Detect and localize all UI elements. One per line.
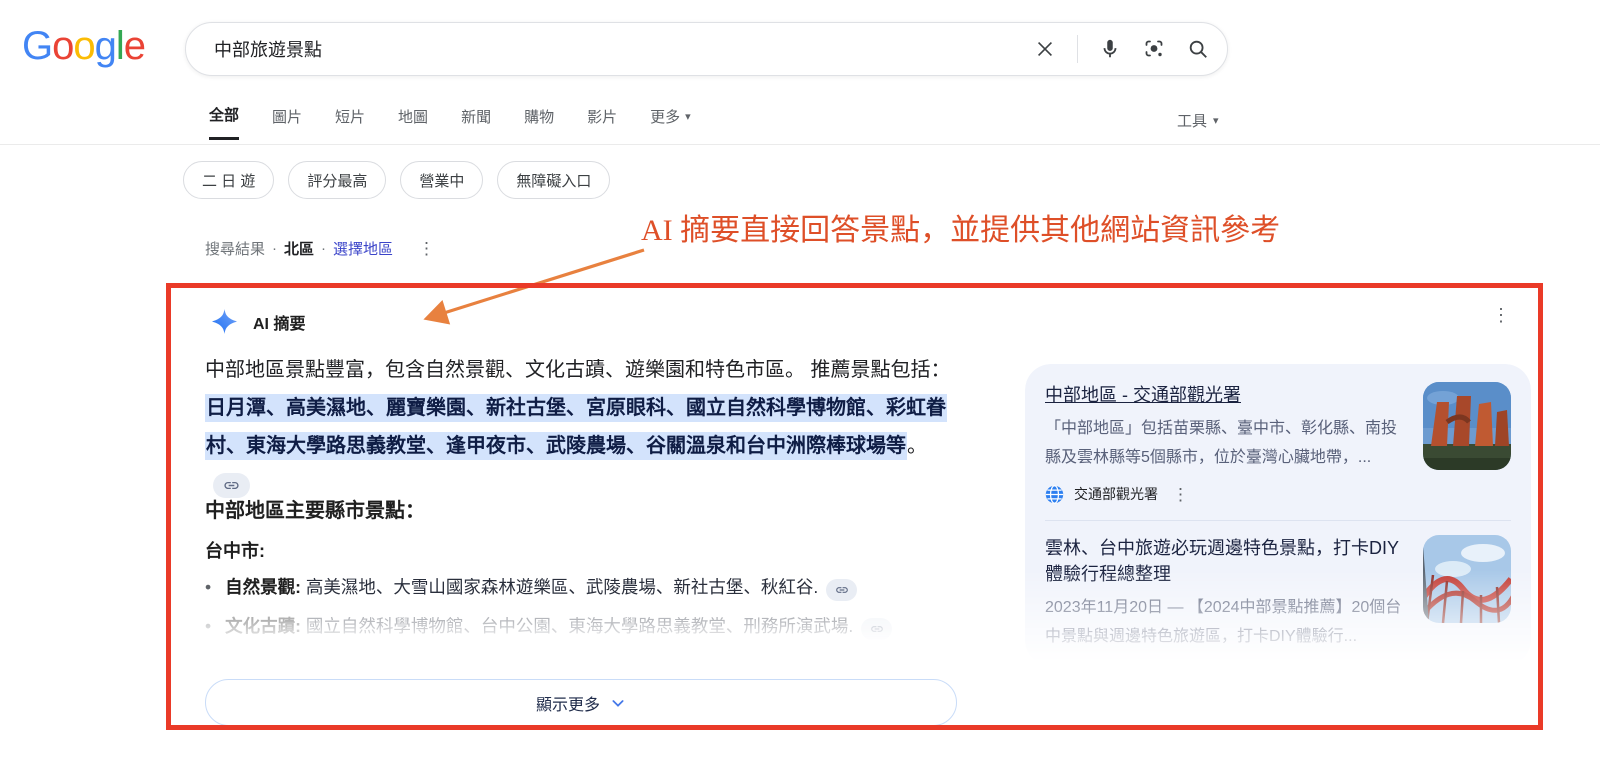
clear-icon[interactable] [1034,38,1056,60]
results-meta-row: 搜尋結果 · 北區 · 選擇地區 ⋮ [205,238,439,259]
results-label: 搜尋結果 [205,238,265,259]
card-snippet: 2023年11月20日 — 【2024中部景點推薦】20個台中景點與週邊特色旅遊… [1045,593,1407,651]
kebab-menu-icon[interactable]: ⋮ [1168,486,1193,503]
card-source-row: 交通部觀光署 ⋮ [1045,484,1407,504]
annotation-text: AI 摘要直接回答景點，並提供其他網站資訊參考 [641,205,1280,249]
card-source-row: LINE旅遊 ⋮ [1045,663,1407,683]
chip-two-day-trip[interactable]: 二 日 遊 [183,161,274,199]
section-heading: 中部地區主要縣市景點： [205,494,425,523]
logo-letter: e [124,24,145,68]
highlighted-attractions[interactable]: 日月潭、高美濕地、麗寶樂園、新社古堡、宮原眼科、國立自然科學博物館、彩虹眷村、東… [205,394,947,460]
city-subheading: 台中市: [205,537,265,563]
panel-divider [1045,520,1511,521]
tools-button[interactable]: 工具 ▾ [1177,110,1219,131]
logo-letter: o [73,24,94,68]
source-name: LINE旅遊 [1074,663,1133,683]
bullet-marker: • [205,571,211,604]
chevron-down-icon: ▾ [1213,114,1219,127]
mic-icon[interactable] [1099,38,1121,60]
citation-link-icon[interactable] [826,579,857,601]
chip-top-rated[interactable]: 評分最高 [288,161,386,199]
bullet-marker: • [205,610,211,643]
searchbar-divider [1077,35,1078,63]
choose-region-link[interactable]: 選擇地區 [333,238,393,259]
logo-letter: G [22,24,52,68]
result-tabs: 全部 圖片 短片 地圖 新聞 購物 影片 更多▾ [209,104,691,140]
tab-images[interactable]: 圖片 [272,104,302,140]
tab-news[interactable]: 新聞 [461,104,491,140]
citation-link-icon[interactable] [861,618,892,640]
google-serp-page: Google 中部旅遊景點 全部 [0,0,1600,782]
ai-overview-header: AI 摘要 [212,309,305,334]
list-item: • 自然景觀: 高美濕地、大雪山國家森林遊樂區、武陵農場、新社古堡、秋紅谷. [205,571,967,604]
kebab-menu-icon[interactable]: ⋮ [414,240,439,257]
header-divider [0,144,1600,145]
source-card[interactable]: 雲林、台中旅遊必玩週邊特色景點，打卡DIY體驗行程總整理 2023年11月20日… [1045,535,1511,683]
ai-overview-label: AI 摘要 [253,310,305,334]
paragraph-text: 。 [907,435,927,457]
search-bar[interactable]: 中部旅遊景點 [185,22,1228,76]
bullet-label: 自然景觀: [225,577,301,597]
card-snippet: 「中部地區」包括苗栗縣、臺中市、彰化縣、南投縣及雲林縣等5個縣市，位於臺灣心臟地… [1045,414,1407,472]
logo-letter: l [116,24,124,68]
tab-shorts[interactable]: 短片 [335,104,365,140]
google-logo[interactable]: Google [22,24,145,69]
ai-sparkle-icon [212,309,237,334]
line-app-icon [1045,664,1064,683]
filter-chips: 二 日 遊 評分最高 營業中 無障礙入口 [183,161,610,199]
chip-open-now[interactable]: 營業中 [400,161,483,199]
chevron-down-icon [610,695,626,711]
card-title-link[interactable]: 雲林、台中旅遊必玩週邊特色景點，打卡DIY體驗行程總整理 [1045,535,1407,587]
ai-overview-paragraph: 中部地區景點豐富，包含自然景觀、文化古蹟、遊樂園和特色市區。 推薦景點包括： 日月… [205,351,963,503]
bullet-text: 國立自然科學博物館、台中公園、東海大學路思義教堂、刑務所演武場. [306,616,853,636]
meta-dot: · [272,240,277,257]
search-icon[interactable] [1187,38,1209,60]
search-input[interactable]: 中部旅遊景點 [214,36,1034,62]
bullet-text: 高美濕地、大雪山國家森林遊樂區、武陵農場、新社古堡、秋紅谷. [306,577,818,597]
source-card[interactable]: 中部地區 - 交通部觀光署 「中部地區」包括苗栗縣、臺中市、彰化縣、南投縣及雲林… [1045,382,1511,504]
chevron-down-icon: ▾ [685,110,691,123]
card-thumbnail-bridge-ruins [1423,382,1511,470]
lens-icon[interactable] [1142,37,1166,61]
card-title-link[interactable]: 中部地區 - 交通部觀光署 [1045,382,1407,408]
meta-dot: · [321,240,326,257]
card-thumbnail-roller-coaster [1423,535,1511,623]
show-more-button[interactable]: 顯示更多 [205,679,957,726]
bullet-label: 文化古蹟: [225,616,301,636]
kebab-menu-icon[interactable]: ⋮ [1143,665,1168,682]
list-item: • 文化古蹟: 國立自然科學博物館、台中公園、東海大學路思義教堂、刑務所演武場. [205,610,967,643]
source-cards-panel: 中部地區 - 交通部觀光署 「中部地區」包括苗栗縣、臺中市、彰化縣、南投縣及雲林… [1025,364,1531,666]
globe-icon [1045,485,1064,504]
paragraph-text: 中部地區景點豐富，包含自然景觀、文化古蹟、遊樂園和特色市區。 推薦景點包括： [205,359,951,381]
bullet-list: • 自然景觀: 高美濕地、大雪山國家森林遊樂區、武陵農場、新社古堡、秋紅谷. •… [205,571,967,649]
tab-more[interactable]: 更多▾ [650,104,691,140]
ai-overview-kebab-icon[interactable]: ⋮ [1488,306,1514,324]
tab-shopping[interactable]: 購物 [524,104,554,140]
tab-videos[interactable]: 影片 [587,104,617,140]
logo-letter: g [95,24,116,68]
region-label: 北區 [284,238,314,259]
chip-accessible[interactable]: 無障礙入口 [497,161,610,199]
tab-all[interactable]: 全部 [209,104,239,140]
source-name: 交通部觀光署 [1074,484,1158,504]
logo-letter: o [52,24,73,68]
tab-maps[interactable]: 地圖 [398,104,428,140]
